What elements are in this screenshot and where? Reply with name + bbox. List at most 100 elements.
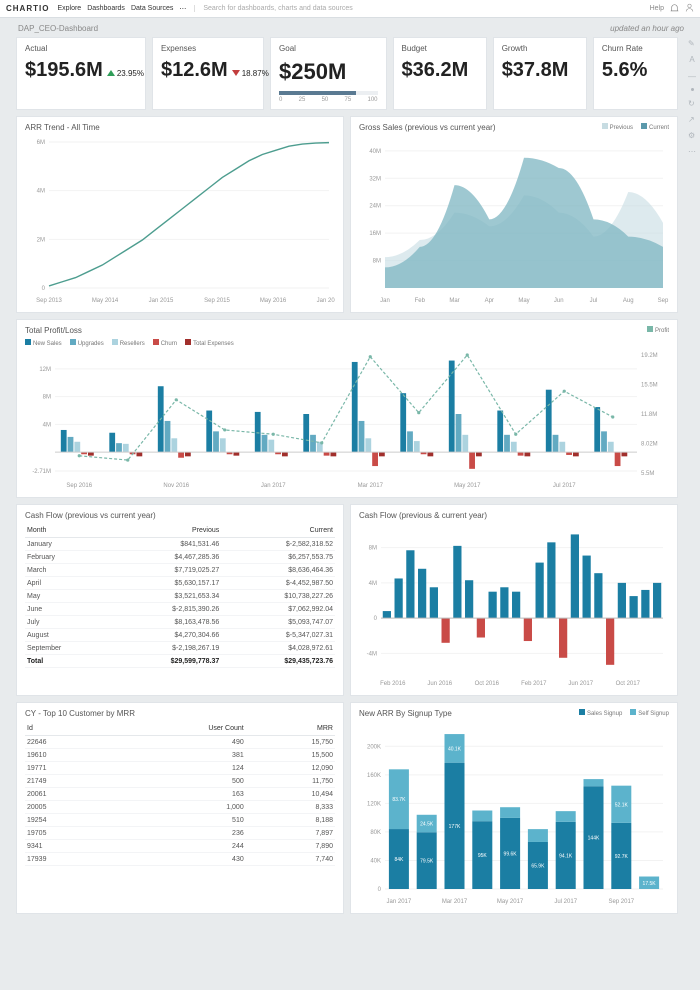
divider-dot [691, 88, 694, 91]
svg-text:Aug: Aug [623, 298, 634, 304]
svg-text:99.6K: 99.6K [504, 851, 518, 857]
table-row: April$5,630,157.17$-4,452,987.50 [25, 577, 335, 590]
kpi-label: Actual [25, 44, 137, 53]
kpi-value: $195.6M [25, 59, 103, 82]
kpi-budget[interactable]: Budget $36.2M [393, 37, 487, 110]
nav-data-sources[interactable]: Data Sources [131, 5, 173, 13]
svg-text:40.1K: 40.1K [448, 746, 462, 752]
chart-arr-trend[interactable]: ARR Trend - All Time 02M4M6MSep 2013May … [16, 116, 344, 313]
svg-text:Sep: Sep [658, 298, 669, 304]
table-row: June$-2,815,390.26$7,062,992.04 [25, 603, 335, 616]
svg-text:Oct 2017: Oct 2017 [616, 681, 641, 687]
chart-profit-loss[interactable]: Total Profit/Loss New Sales Upgrades Res… [16, 319, 678, 498]
nav-dashboards[interactable]: Dashboards [87, 5, 125, 13]
kpi-goal[interactable]: Goal $250M 0 25 50 75 100 [270, 37, 387, 110]
svg-text:May 2014: May 2014 [92, 298, 119, 304]
svg-text:160K: 160K [367, 773, 381, 779]
svg-text:65.9K: 65.9K [531, 863, 545, 869]
refresh-icon[interactable]: ↻ [688, 99, 696, 107]
top10-card[interactable]: CY - Top 10 Customer by MRR Id User Coun… [16, 702, 344, 914]
kpi-label: Expenses [161, 44, 255, 53]
table-row: 2174950011,750 [25, 775, 335, 788]
kpi-value: $250M [279, 59, 346, 85]
link-icon[interactable]: — [688, 72, 696, 80]
chart-new-arr[interactable]: New ARR By Signup Type Sales Signup Self… [350, 702, 678, 914]
notifications-icon[interactable] [670, 3, 679, 14]
table-row: August$4,270,304.66$-5,347,027.31 [25, 629, 335, 642]
svg-text:24.5K: 24.5K [420, 822, 434, 828]
kpi-expenses[interactable]: Expenses $12.6M 18.87% [152, 37, 264, 110]
kpi-actual[interactable]: Actual $195.6M 23.95% [16, 37, 146, 110]
chart-gross-sales[interactable]: Gross Sales (previous vs current year) P… [350, 116, 678, 313]
svg-text:84K: 84K [394, 857, 404, 863]
topbar: CHARTIO Explore Dashboards Data Sources … [0, 0, 700, 18]
kpi-label: Budget [402, 44, 478, 53]
search-input[interactable]: Search for dashboards, charts and data s… [194, 5, 641, 12]
svg-text:6M: 6M [37, 140, 45, 146]
table-row: 1977112412,090 [25, 762, 335, 775]
kpi-growth[interactable]: Growth $37.8M [493, 37, 587, 110]
newarr-legend: Sales Signup Self Signup [579, 709, 669, 717]
edit-icon[interactable]: ✎ [688, 39, 696, 47]
table-row: 197052367,897 [25, 827, 335, 840]
svg-text:83.7K: 83.7K [392, 797, 406, 803]
svg-text:Nov 2016: Nov 2016 [163, 483, 189, 489]
share-icon[interactable]: ↗ [688, 115, 696, 123]
user-icon[interactable] [685, 3, 694, 14]
svg-text:Jan 2017: Jan 2017 [317, 298, 335, 304]
svg-text:79.5K: 79.5K [420, 859, 434, 865]
svg-text:Jun: Jun [554, 298, 564, 304]
svg-text:Jul 2017: Jul 2017 [554, 899, 577, 905]
svg-text:May 2016: May 2016 [260, 298, 287, 304]
svg-text:0: 0 [374, 616, 378, 622]
help-link[interactable]: Help [650, 5, 664, 12]
kpi-label: Churn Rate [602, 44, 669, 53]
svg-text:8M: 8M [369, 546, 377, 552]
table-row: March$7,719,025.27$8,636,464.36 [25, 564, 335, 577]
logo[interactable]: CHARTIO [6, 4, 49, 13]
kpi-value: $37.8M [502, 59, 569, 82]
text-tool-icon[interactable]: A [689, 55, 694, 64]
page-header: DAP_CEO-Dashboard updated an hour ago [0, 18, 700, 37]
svg-text:17.5K: 17.5K [643, 881, 657, 887]
more-icon[interactable]: ⋯ [688, 147, 696, 155]
svg-text:95K: 95K [478, 853, 488, 859]
svg-text:40K: 40K [370, 858, 381, 864]
goal-progress: 0 25 50 75 100 [279, 91, 378, 103]
svg-text:40M: 40M [369, 149, 381, 155]
svg-text:Jan 2017: Jan 2017 [387, 899, 412, 905]
svg-text:4M: 4M [43, 422, 51, 428]
nav-explore[interactable]: Explore [57, 5, 81, 13]
top10-table: Id User Count MRR 2264649015,75019610381… [25, 722, 335, 866]
svg-text:Jan: Jan [380, 298, 390, 304]
dashboard-content: Actual $195.6M 23.95% Expenses $12.6M 18… [0, 37, 684, 926]
svg-text:Jun 2017: Jun 2017 [568, 681, 593, 687]
svg-text:92.7K: 92.7K [615, 854, 629, 860]
svg-text:94.1K: 94.1K [559, 853, 573, 859]
svg-text:Sep 2017: Sep 2017 [608, 899, 634, 905]
svg-text:Feb: Feb [415, 298, 426, 304]
gross-area-chart: 8M16M24M32M40MJanFebMarAprMayJunJulAugSe… [359, 136, 669, 306]
table-row: 2006116310,494 [25, 788, 335, 801]
chart-cashflow[interactable]: Cash Flow (previous & current year) -4M0… [350, 504, 678, 696]
cashflow-table-card[interactable]: Cash Flow (previous vs current year) Mon… [16, 504, 344, 696]
svg-text:Oct 2016: Oct 2016 [475, 681, 500, 687]
svg-text:11.8M: 11.8M [641, 412, 657, 418]
settings-icon[interactable]: ⚙ [688, 131, 696, 139]
table-row: May$3,521,653.34$10,738,227.26 [25, 590, 335, 603]
page-title: DAP_CEO-Dashboard [18, 24, 98, 33]
svg-text:16M: 16M [369, 231, 381, 237]
svg-text:Jan 2017: Jan 2017 [261, 483, 286, 489]
right-sidebar: ✎ A — ↻ ↗ ⚙ ⋯ [684, 37, 700, 155]
kpi-value: $36.2M [402, 59, 469, 82]
cashflow-bar-chart: -4M04M8MFeb 2016Jun 2016Oct 2016Feb 2017… [359, 524, 669, 689]
svg-text:Mar 2017: Mar 2017 [358, 483, 384, 489]
profit-legend: New Sales Upgrades Resellers Churn Total… [25, 339, 669, 347]
kpi-churn[interactable]: Churn Rate 5.6% [593, 37, 678, 110]
nav-more[interactable]: ⋯ [179, 5, 186, 13]
svg-text:Jan 2015: Jan 2015 [149, 298, 174, 304]
svg-text:Apr: Apr [485, 298, 494, 304]
profit-bar-chart: -2.71M4M8M12M5.5M8.02M11.8M15.5M19.2MSep… [25, 351, 667, 491]
gross-legend: Previous Current [602, 123, 669, 131]
kpi-value: $12.6M [161, 59, 228, 82]
